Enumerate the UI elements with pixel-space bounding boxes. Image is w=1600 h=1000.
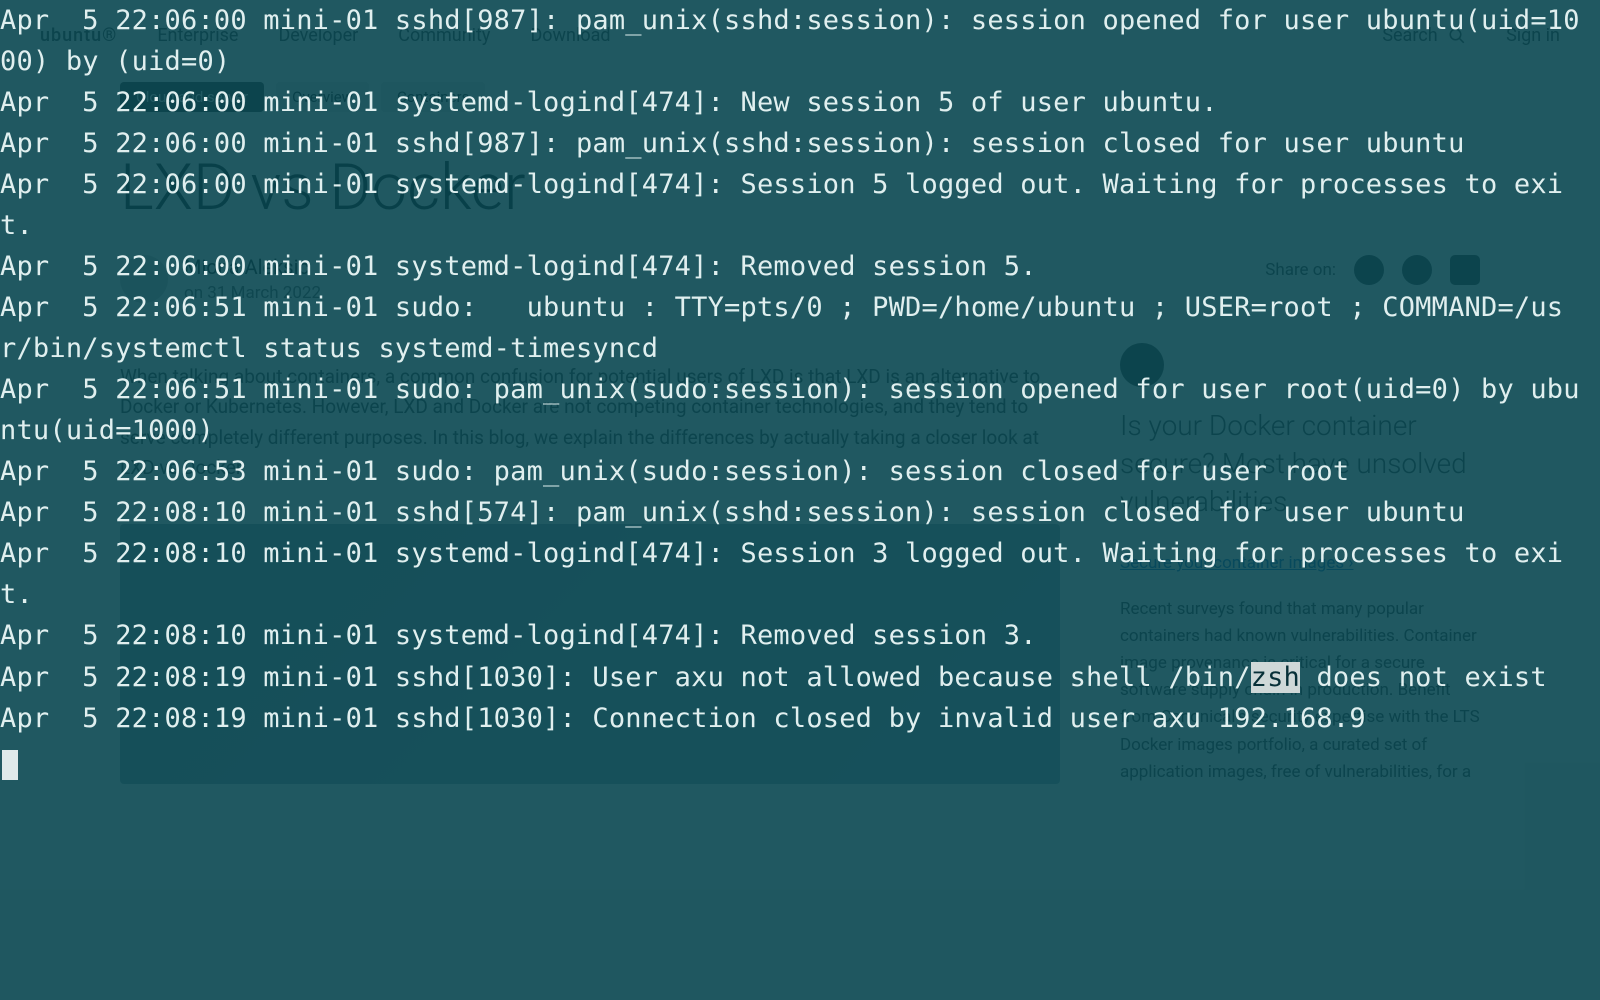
- log-line: Apr 5 22:06:00 mini-01 sshd[987]: pam_un…: [0, 128, 1465, 159]
- terminal-cursor: [2, 750, 18, 780]
- log-line: Apr 5 22:06:00 mini-01 systemd-logind[47…: [0, 251, 1037, 282]
- log-line: Apr 5 22:06:51 mini-01 sudo: pam_unix(su…: [0, 374, 1580, 446]
- search-highlight: zsh: [1251, 662, 1300, 693]
- log-line: Apr 5 22:06:00 mini-01 sshd[987]: pam_un…: [0, 5, 1580, 77]
- log-line: Apr 5 22:08:19 mini-01 sshd[1030]: Conne…: [0, 703, 1366, 734]
- terminal-overlay[interactable]: Apr 5 22:06:00 mini-01 sshd[987]: pam_un…: [0, 0, 1600, 1000]
- log-line: Apr 5 22:08:19 mini-01 sshd[1030]: User …: [0, 662, 1547, 693]
- log-line: Apr 5 22:06:00 mini-01 systemd-logind[47…: [0, 169, 1563, 241]
- log-line: Apr 5 22:08:10 mini-01 sshd[574]: pam_un…: [0, 497, 1465, 528]
- log-line: Apr 5 22:06:53 mini-01 sudo: pam_unix(su…: [0, 456, 1349, 487]
- log-line: Apr 5 22:06:00 mini-01 systemd-logind[47…: [0, 87, 1218, 118]
- log-line: Apr 5 22:08:10 mini-01 systemd-logind[47…: [0, 620, 1037, 651]
- log-line: Apr 5 22:06:51 mini-01 sudo: ubuntu : TT…: [0, 292, 1563, 364]
- log-line: Apr 5 22:08:10 mini-01 systemd-logind[47…: [0, 538, 1563, 610]
